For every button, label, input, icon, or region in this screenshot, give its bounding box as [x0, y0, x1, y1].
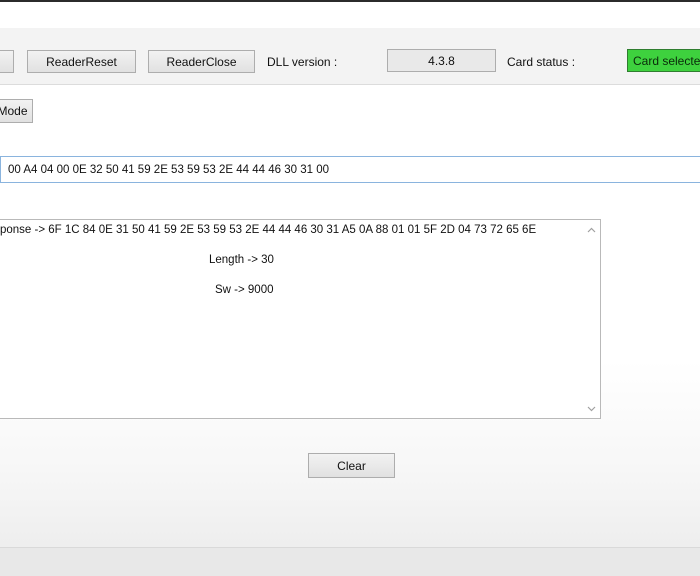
dll-version-value: 4.3.8 — [387, 49, 496, 72]
response-line: ponse -> 6F 1C 84 0E 31 50 41 59 2E 53 5… — [0, 224, 537, 236]
chevron-up-icon[interactable] — [587, 225, 596, 234]
reader-close-button[interactable]: ReaderClose — [148, 50, 255, 73]
dll-version-label: DLL version : — [267, 55, 338, 69]
response-output[interactable]: ponse -> 6F 1C 84 0E 31 50 41 59 2E 53 5… — [0, 219, 601, 419]
card-status-value: Card selected — [627, 49, 700, 72]
reader-open-button[interactable] — [0, 50, 14, 73]
card-status-label: Card status : — [507, 55, 576, 69]
length-line: Length -> 30 — [209, 254, 274, 266]
sw-line: Sw -> 9000 — [215, 284, 274, 296]
apdu-command-input[interactable] — [0, 156, 700, 183]
reader-reset-button[interactable]: ReaderReset — [27, 50, 136, 73]
vertical-scrollbar[interactable] — [583, 220, 600, 418]
chevron-down-icon[interactable] — [587, 404, 596, 413]
clear-button[interactable]: Clear — [308, 453, 395, 478]
status-strip — [0, 547, 700, 576]
mode-button[interactable]: Mode — [0, 99, 33, 123]
title-bar — [0, 2, 700, 28]
toolbar: ReaderReset ReaderClose DLL version : 4.… — [0, 28, 700, 85]
